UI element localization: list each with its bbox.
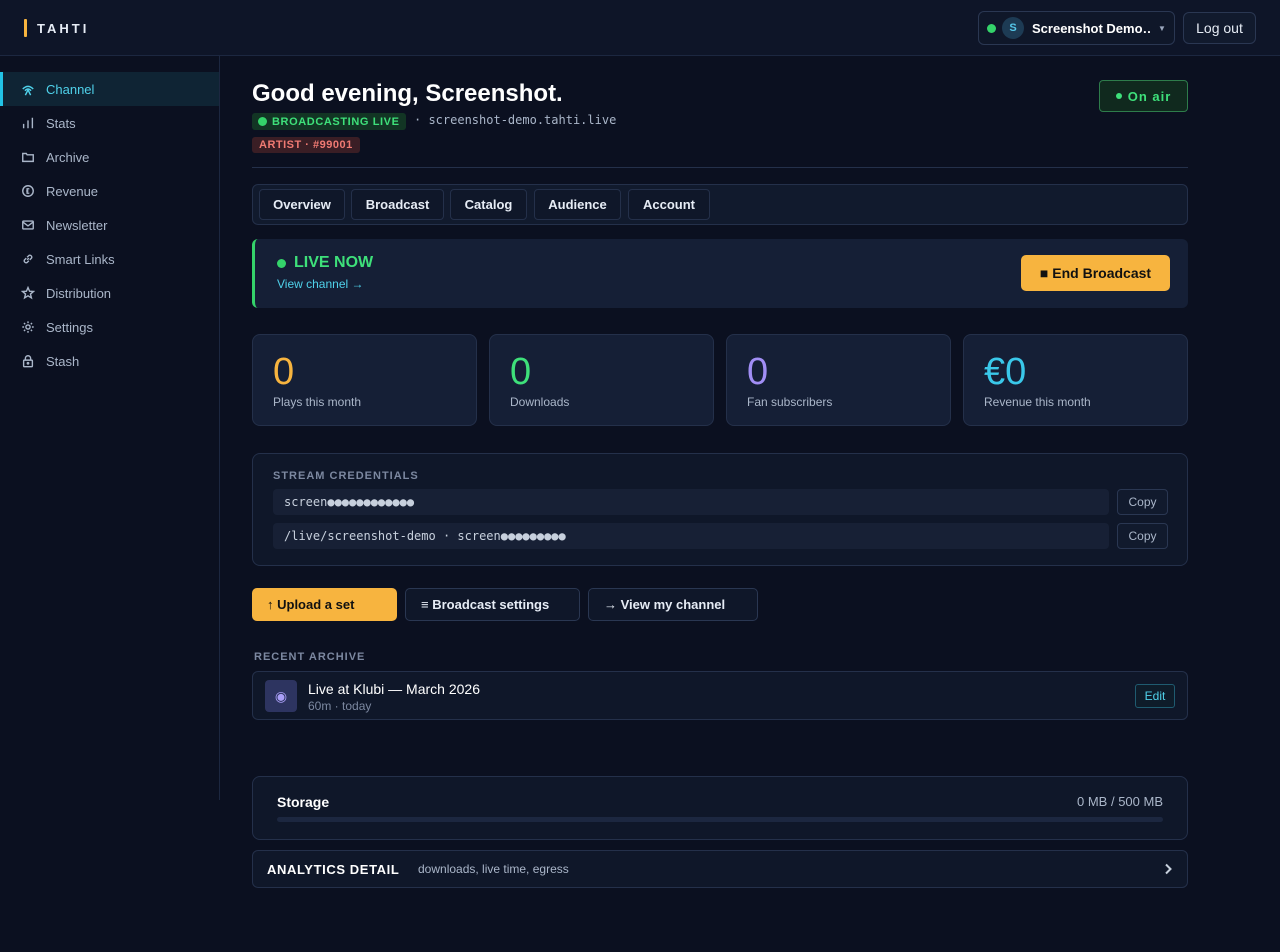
archive-item-title: Live at Klubi — March 2026 bbox=[308, 681, 480, 697]
stat-value: €0 bbox=[984, 351, 1027, 393]
analytics-detail-title: ANALYTICS DETAIL bbox=[267, 862, 400, 877]
sidebar-item-stats[interactable]: Stats bbox=[0, 106, 219, 140]
storage-panel: Storage 0 MB / 500 MB bbox=[252, 776, 1188, 840]
live-now-card: LIVE NOW View channel → ■ End Broadcast bbox=[252, 239, 1188, 308]
storage-usage: 0 MB / 500 MB bbox=[1077, 794, 1163, 809]
analytics-detail-row[interactable]: ANALYTICS DETAIL downloads, live time, e… bbox=[252, 850, 1188, 888]
stream-credentials-title: STREAM CREDENTIALS bbox=[273, 470, 419, 482]
stat-label: Downloads bbox=[510, 395, 570, 409]
sidebar-item-smart-links[interactable]: Smart Links bbox=[0, 242, 219, 276]
stat-card-subscribers: 0 Fan subscribers bbox=[726, 334, 951, 426]
stream-key-field[interactable]: screen●●●●●●●●●●●● bbox=[273, 489, 1109, 515]
sidebar-item-label: Smart Links bbox=[46, 251, 115, 267]
sidebar-item-label: Settings bbox=[46, 319, 93, 335]
stat-label: Plays this month bbox=[273, 395, 362, 409]
page-title: Good evening, Screenshot. bbox=[252, 80, 563, 107]
stream-url-field[interactable]: /live/screenshot-demo · screen●●●●●●●●● bbox=[273, 523, 1109, 549]
analytics-detail-subtitle: downloads, live time, egress bbox=[418, 862, 569, 876]
channel-domain[interactable]: · screenshot-demo.tahti.live bbox=[414, 113, 616, 127]
folder-icon bbox=[20, 149, 36, 165]
tab-broadcast[interactable]: Broadcast bbox=[351, 189, 444, 220]
recent-archive-heading: RECENT ARCHIVE bbox=[254, 651, 366, 663]
sidebar-item-revenue[interactable]: Revenue bbox=[0, 174, 219, 208]
archive-item-meta: 60m · today bbox=[308, 699, 372, 713]
on-air-indicator: On air bbox=[1099, 80, 1188, 112]
copy-stream-url-button[interactable]: Copy bbox=[1117, 523, 1168, 549]
broadcast-icon bbox=[20, 81, 36, 97]
sidebar-item-channel[interactable]: Channel bbox=[0, 72, 219, 106]
on-air-dot-icon bbox=[1115, 93, 1122, 99]
live-now-title: LIVE NOW bbox=[277, 254, 373, 272]
star-icon bbox=[20, 285, 36, 301]
link-icon bbox=[20, 251, 36, 267]
storage-progress-bar bbox=[277, 817, 1163, 822]
tab-account[interactable]: Account bbox=[628, 189, 710, 220]
stat-value: 0 bbox=[747, 351, 769, 393]
sidebar-item-label: Stash bbox=[46, 353, 80, 369]
broadcasting-live-badge: BROADCASTING LIVE bbox=[252, 113, 406, 130]
sidebar-item-label: Stats bbox=[46, 115, 76, 131]
stat-label: Revenue this month bbox=[984, 395, 1091, 409]
end-broadcast-button[interactable]: ■ End Broadcast bbox=[1021, 255, 1170, 291]
storage-label: Storage bbox=[277, 794, 330, 810]
avatar: S bbox=[1002, 17, 1024, 39]
sidebar-item-label: Distribution bbox=[46, 285, 112, 301]
user-menu[interactable]: S Screenshot Demo… ▼ bbox=[978, 11, 1175, 45]
header-divider bbox=[252, 167, 1188, 168]
upload-set-button[interactable]: ↑ Upload a set bbox=[252, 588, 397, 621]
mail-icon bbox=[20, 217, 36, 233]
tab-overview[interactable]: Overview bbox=[259, 189, 345, 220]
bar-chart-icon bbox=[20, 115, 36, 131]
record-icon: ◉ bbox=[265, 680, 297, 712]
sidebar-item-archive[interactable]: Archive bbox=[0, 140, 219, 174]
lock-icon bbox=[20, 353, 36, 369]
edit-archive-button[interactable]: Edit bbox=[1135, 684, 1175, 708]
sidebar-item-label: Channel bbox=[46, 81, 95, 97]
sidebar-item-label: Newsletter bbox=[46, 217, 108, 233]
brand-accent-bar bbox=[24, 19, 27, 37]
sidebar-item-label: Archive bbox=[46, 149, 90, 165]
stat-label: Fan subscribers bbox=[747, 395, 833, 409]
on-air-label: On air bbox=[1127, 88, 1172, 104]
sidebar-item-stash[interactable]: Stash bbox=[0, 344, 219, 378]
sidebar-item-settings[interactable]: Settings bbox=[0, 310, 219, 344]
live-dot-icon bbox=[258, 117, 267, 126]
stat-card-downloads: 0 Downloads bbox=[489, 334, 714, 426]
live-badge-label: BROADCASTING LIVE bbox=[272, 115, 400, 128]
chevron-down-icon: ▼ bbox=[1158, 23, 1166, 33]
stat-card-plays: 0 Plays this month bbox=[252, 334, 477, 426]
copy-stream-key-button[interactable]: Copy bbox=[1117, 489, 1168, 515]
chevron-right-icon bbox=[1161, 862, 1175, 876]
list-item[interactable]: ◉ Live at Klubi — March 2026 60m · today… bbox=[252, 671, 1188, 720]
coin-icon bbox=[20, 183, 36, 199]
sidebar-item-label: Revenue bbox=[46, 183, 99, 199]
logout-button[interactable]: Log out bbox=[1183, 12, 1256, 44]
view-channel-link[interactable]: View channel → bbox=[277, 277, 364, 291]
sidebar: Channel Stats Archive Revenue Newsletter… bbox=[0, 56, 220, 800]
live-now-label: LIVE NOW bbox=[294, 254, 374, 271]
stat-value: 0 bbox=[273, 351, 295, 393]
broadcast-settings-button[interactable]: ≡ Broadcast settings bbox=[405, 588, 580, 621]
tab-catalog[interactable]: Catalog bbox=[450, 189, 527, 220]
artist-badge: ARTIST · #99001 bbox=[252, 137, 360, 153]
stat-card-revenue: €0 Revenue this month bbox=[963, 334, 1188, 426]
online-status-dot bbox=[987, 23, 996, 33]
tab-audience[interactable]: Audience bbox=[534, 189, 621, 220]
top-bar: TAHTI S Screenshot Demo… ▼ Log out bbox=[0, 0, 1280, 56]
brand-logo[interactable]: TAHTI bbox=[24, 18, 89, 38]
live-dot-icon bbox=[277, 258, 286, 268]
sidebar-item-newsletter[interactable]: Newsletter bbox=[0, 208, 219, 242]
stream-credentials-panel: STREAM CREDENTIALS screen●●●●●●●●●●●● Co… bbox=[252, 453, 1188, 566]
gear-icon bbox=[20, 319, 36, 335]
stat-value: 0 bbox=[510, 351, 532, 393]
view-my-channel-button[interactable]: → View my channel bbox=[588, 588, 758, 621]
user-name: Screenshot Demo… bbox=[1032, 20, 1152, 36]
brand-name: TAHTI bbox=[37, 20, 90, 36]
sidebar-item-distribution[interactable]: Distribution bbox=[0, 276, 219, 310]
tab-bar: Overview Broadcast Catalog Audience Acco… bbox=[252, 184, 1188, 225]
